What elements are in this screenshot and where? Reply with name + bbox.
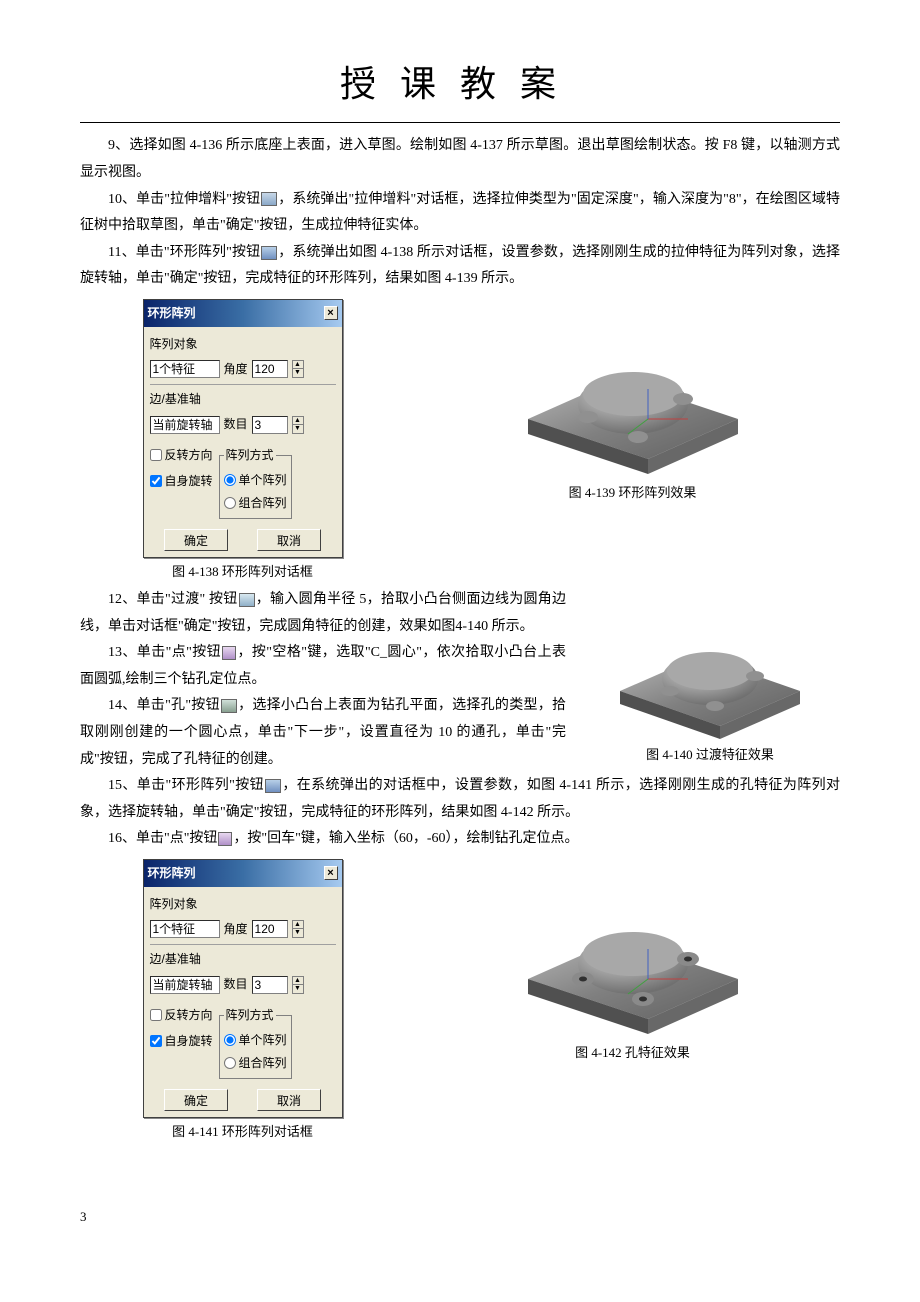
axis-field[interactable] <box>150 976 220 994</box>
reverse-checkbox[interactable]: 反转方向 <box>150 1004 213 1027</box>
axis-field[interactable] <box>150 416 220 434</box>
array-mode-group: 阵列方式 单个阵列 组合阵列 <box>219 444 292 519</box>
p14-text-a: 14、单击"孔"按钮 <box>108 698 220 713</box>
point-icon <box>222 646 236 660</box>
dialog-title: 环形阵列 <box>148 862 196 885</box>
count-field[interactable] <box>252 416 288 434</box>
render-142 <box>488 859 778 1039</box>
circular-pattern-dialog-2: 环形阵列 × 阵列对象 角度 ▲▼ 边/基准轴 数目 ▲▼ <box>143 859 343 1118</box>
reverse-label: 反转方向 <box>165 444 213 467</box>
array-mode-legend: 阵列方式 <box>224 1004 276 1027</box>
axis-label: 边/基准轴 <box>150 948 336 971</box>
array-object-label: 阵列对象 <box>150 333 336 356</box>
close-icon[interactable]: × <box>324 306 338 320</box>
group-array-radio[interactable]: 组合阵列 <box>224 1052 287 1075</box>
count-label: 数目 <box>224 413 248 436</box>
caption-139: 图 4-139 环形阵列效果 <box>569 481 697 506</box>
title-rule <box>80 122 840 123</box>
paragraph-11: 11、单击"环形阵列"按钮，系统弹出如图 4-138 所示对话框，设置参数，选择… <box>80 240 840 293</box>
group-array-label: 组合阵列 <box>239 492 287 515</box>
paragraph-9: 9、选择如图 4-136 所示底座上表面，进入草图。绘制如图 4-137 所示草… <box>80 133 840 186</box>
caption-140: 图 4-140 过渡特征效果 <box>580 743 840 768</box>
count-label: 数目 <box>224 973 248 996</box>
caption-138: 图 4-138 环形阵列对话框 <box>172 560 313 585</box>
caption-141: 图 4-141 环形阵列对话框 <box>172 1120 313 1145</box>
p16-text-a: 16、单击"点"按钮 <box>108 831 217 846</box>
dialog-titlebar: 环形阵列 × <box>144 300 342 327</box>
single-array-radio[interactable]: 单个阵列 <box>224 1029 287 1052</box>
selfrotate-checkbox[interactable]: 自身旋转 <box>150 470 213 493</box>
p10-text-a: 10、单击"拉伸增料"按钮 <box>108 192 260 207</box>
count-spinner[interactable]: ▲▼ <box>292 976 304 994</box>
group-array-radio[interactable]: 组合阵列 <box>224 492 287 515</box>
p11-text-a: 11、单击"环形阵列"按钮 <box>108 245 260 260</box>
figure-142: 图 4-142 孔特征效果 <box>488 859 778 1066</box>
point-icon <box>218 832 232 846</box>
array-object-field[interactable] <box>150 360 220 378</box>
caption-142: 图 4-142 孔特征效果 <box>575 1041 690 1066</box>
circular-pattern-icon <box>261 246 277 260</box>
p12-text-a: 12、单击"过渡" 按钮 <box>108 592 238 607</box>
selfrotate-label: 自身旋转 <box>165 470 213 493</box>
close-icon[interactable]: × <box>324 866 338 880</box>
circular-pattern-dialog: 环形阵列 × 阵列对象 角度 ▲▼ 边/基准轴 数目 ▲▼ <box>143 299 343 558</box>
group-array-label: 组合阵列 <box>239 1052 287 1075</box>
single-array-radio[interactable]: 单个阵列 <box>224 469 287 492</box>
render-139 <box>488 299 778 479</box>
reverse-label: 反转方向 <box>165 1004 213 1027</box>
selfrotate-checkbox[interactable]: 自身旋转 <box>150 1030 213 1053</box>
p15-text-a: 15、单击"环形阵列"按钮 <box>108 778 264 793</box>
count-field[interactable] <box>252 976 288 994</box>
dialog-title: 环形阵列 <box>148 302 196 325</box>
render-140 <box>590 591 830 741</box>
array-object-label: 阵列对象 <box>150 893 336 916</box>
figure-row-138-139: 环形阵列 × 阵列对象 角度 ▲▼ 边/基准轴 数目 ▲▼ <box>80 299 840 585</box>
p16-text-b: ，按"回车"键，输入坐标（60，-60），绘制钻孔定位点。 <box>233 831 578 846</box>
angle-field[interactable] <box>252 920 288 938</box>
ok-button[interactable]: 确定 <box>164 1089 228 1111</box>
count-spinner[interactable]: ▲▼ <box>292 416 304 434</box>
array-mode-group: 阵列方式 单个阵列 组合阵列 <box>219 1004 292 1079</box>
figure-140: 图 4-140 过渡特征效果 <box>580 591 840 768</box>
paragraph-10: 10、单击"拉伸增料"按钮，系统弹出"拉伸增料"对话框，选择拉伸类型为"固定深度… <box>80 187 840 240</box>
extrude-icon <box>261 192 277 206</box>
array-object-field[interactable] <box>150 920 220 938</box>
circular-pattern-icon <box>265 779 281 793</box>
fillet-icon <box>239 593 255 607</box>
figure-row-141-142: 环形阵列 × 阵列对象 角度 ▲▼ 边/基准轴 数目 ▲▼ <box>80 859 840 1145</box>
dialog-titlebar: 环形阵列 × <box>144 860 342 887</box>
array-mode-legend: 阵列方式 <box>224 444 276 467</box>
angle-spinner[interactable]: ▲▼ <box>292 920 304 938</box>
angle-label: 角度 <box>224 358 248 381</box>
single-array-label: 单个阵列 <box>239 469 287 492</box>
angle-spinner[interactable]: ▲▼ <box>292 360 304 378</box>
hole-icon <box>221 699 237 713</box>
figure-141: 环形阵列 × 阵列对象 角度 ▲▼ 边/基准轴 数目 ▲▼ <box>143 859 343 1145</box>
single-array-label: 单个阵列 <box>239 1029 287 1052</box>
figure-139: 图 4-139 环形阵列效果 <box>488 299 778 506</box>
cancel-button[interactable]: 取消 <box>257 529 321 551</box>
p13-text-a: 13、单击"点"按钮 <box>108 645 221 660</box>
paragraph-15: 15、单击"环形阵列"按钮，在系统弹出的对话框中，设置参数，如图 4-141 所… <box>80 773 840 826</box>
angle-field[interactable] <box>252 360 288 378</box>
ok-button[interactable]: 确定 <box>164 529 228 551</box>
document-title: 授课教案 <box>80 50 840 118</box>
selfrotate-label: 自身旋转 <box>165 1030 213 1053</box>
cancel-button[interactable]: 取消 <box>257 1089 321 1111</box>
paragraph-16: 16、单击"点"按钮 ，按"回车"键，输入坐标（60，-60），绘制钻孔定位点。 <box>80 826 840 853</box>
axis-label: 边/基准轴 <box>150 388 336 411</box>
reverse-checkbox[interactable]: 反转方向 <box>150 444 213 467</box>
figure-138: 环形阵列 × 阵列对象 角度 ▲▼ 边/基准轴 数目 ▲▼ <box>143 299 343 585</box>
angle-label: 角度 <box>224 918 248 941</box>
page-number: 3 <box>80 1205 840 1230</box>
